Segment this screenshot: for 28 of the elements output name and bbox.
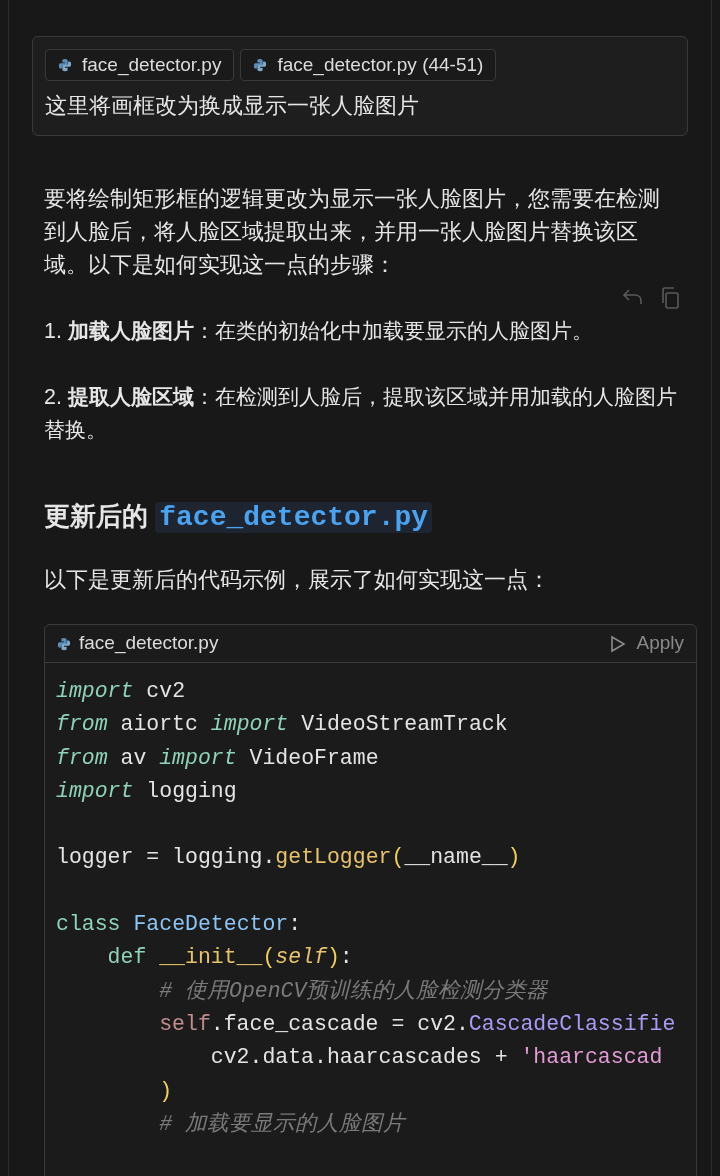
apply-button[interactable]: Apply xyxy=(610,629,684,658)
copy-icon[interactable] xyxy=(660,287,680,309)
python-icon xyxy=(58,58,72,72)
code-line: logger = logging.getLogger(__name__) xyxy=(56,845,521,870)
code-line: cv2.data.haarcascades + 'haarcascad xyxy=(210,1045,663,1070)
section-heading: 更新后的 face_detector.py xyxy=(44,497,694,539)
code-line: # 加载要显示的人脸图片 xyxy=(159,1111,405,1136)
code-line: # 使用OpenCV预训练的人脸检测分类器 xyxy=(159,978,549,1003)
file-chip[interactable]: face_detector.py (44-51) xyxy=(240,49,497,81)
code-line: self.face_cascade = cv2.CascadeClassifie xyxy=(159,1011,676,1036)
code-line: def __init__(self): xyxy=(107,945,353,970)
play-icon xyxy=(610,634,627,653)
code-line: import logging xyxy=(56,778,237,803)
file-chip[interactable]: face_detector.py xyxy=(45,49,235,81)
python-icon xyxy=(253,58,268,72)
code-filename: face_detector.py xyxy=(79,631,219,656)
code-line: ) xyxy=(159,1078,173,1103)
python-icon xyxy=(57,636,71,651)
undo-icon[interactable] xyxy=(622,287,644,307)
lead-paragraph: 以下是更新后的代码示例，展示了如何实现这一点： xyxy=(44,566,551,594)
code-line: from av import VideoFrame xyxy=(56,745,379,770)
answer-paragraph: 要将绘制矩形框的逻辑更改为显示一张人脸图片，您需要在检测到人脸后，将人脸区域提取出来，并用一张人脸图片替换该区域。以下是如何实现这一点的步骤： xyxy=(44,185,661,279)
step-paragraph: 2. 提取人脸区域：在检测到人脸后，提取该区域并用加载的人脸图片替换。 xyxy=(44,384,678,444)
code-line: class FaceDetector: xyxy=(56,912,302,937)
code-line: import cv2 xyxy=(56,679,186,703)
step-paragraph: 1. 加载人脸图片：在类的初始化中加载要显示的人脸图片。 xyxy=(44,318,594,345)
prompt-text: 这里将画框改为换成显示一张人脸图片 xyxy=(45,92,420,120)
code-line: from aiortc import VideoStreamTrack xyxy=(56,712,508,737)
